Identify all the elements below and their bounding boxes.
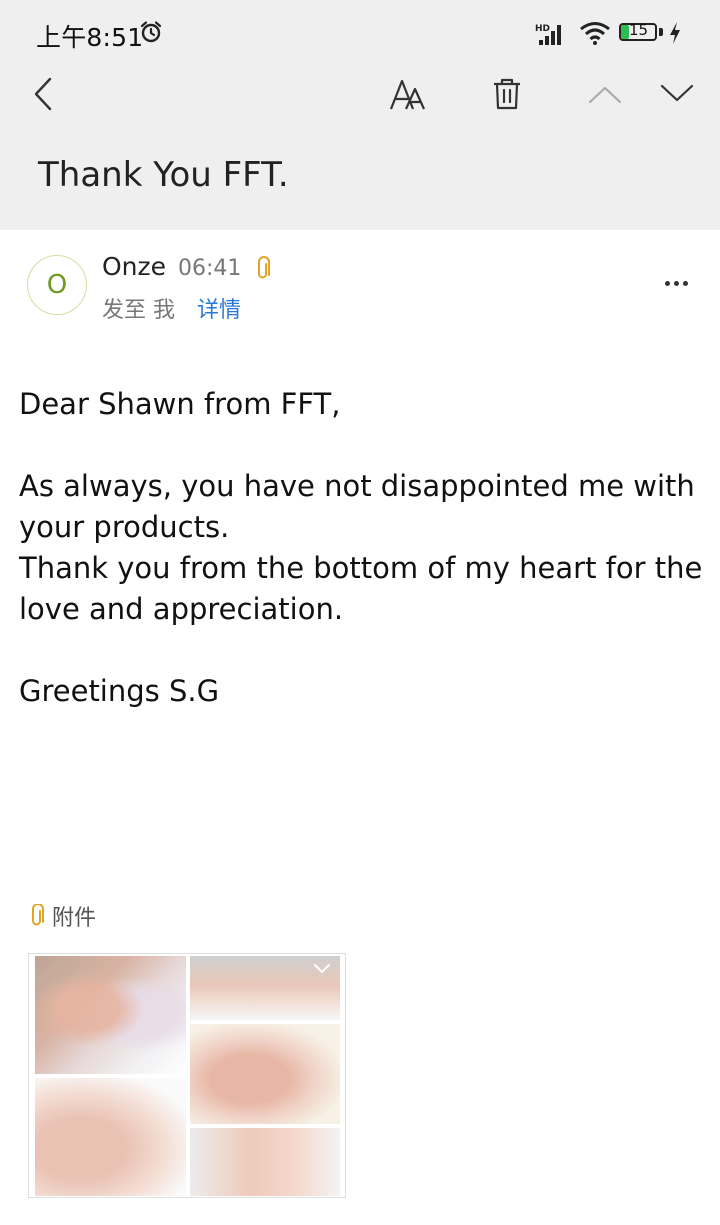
email-body: Dear Shawn from FFT, As always, you have…: [19, 384, 709, 712]
chevron-up-icon: [588, 86, 622, 104]
delete-button[interactable]: [485, 72, 529, 116]
alarm-icon: [140, 21, 162, 43]
font-size-button[interactable]: [386, 72, 430, 116]
sender-name[interactable]: Onze: [102, 252, 166, 281]
back-button[interactable]: [21, 72, 65, 116]
details-link[interactable]: 详情: [197, 292, 241, 324]
charging-icon: [670, 22, 680, 44]
status-time: 上午8:51: [36, 23, 144, 52]
font-size-icon: [389, 79, 426, 110]
avatar[interactable]: O: [27, 255, 87, 315]
battery-icon: 15: [619, 21, 665, 43]
attachments-label: 附件: [52, 906, 97, 931]
body-closing: Greetings S.G: [19, 674, 220, 708]
previous-email-button[interactable]: [583, 72, 627, 116]
more-dot-icon: [664, 280, 670, 286]
attachment-indicator-icon: [258, 256, 270, 279]
body-paragraph: Thank you from the bottom of my heart fo…: [19, 551, 703, 626]
trash-icon: [494, 78, 520, 110]
received-time: 06:41: [178, 256, 242, 281]
attachment-clip-icon: [32, 904, 44, 926]
attachments-header: 附件: [28, 900, 96, 932]
body-paragraph: As always, you have not disappointed me …: [19, 469, 695, 544]
more-options-button[interactable]: [660, 268, 692, 298]
more-dot-icon: [682, 280, 688, 286]
photo-tile: [190, 1128, 340, 1196]
battery-level: 15: [629, 21, 649, 39]
photo-tile: [190, 956, 340, 1020]
photo-tile: [35, 956, 186, 1074]
status-bar: 上午8:51 HD 15: [0, 0, 720, 66]
photo-tile: [35, 1078, 186, 1196]
expand-chevron-icon: [314, 964, 330, 974]
recipient-label: 发至 我: [102, 298, 175, 323]
avatar-letter: O: [46, 270, 68, 300]
body-greeting: Dear Shawn from FFT,: [19, 387, 341, 421]
chevron-down-icon: [660, 84, 694, 102]
wifi-icon: [580, 22, 610, 45]
next-email-button[interactable]: [655, 72, 699, 116]
sender-row: O Onze 06:41 发至 我 详情: [0, 230, 720, 340]
chevron-left-icon: [34, 77, 52, 111]
email-subject: Thank You FFT.: [38, 155, 289, 195]
photo-tile: [190, 1024, 340, 1124]
attachment-image-thumbnail[interactable]: [28, 953, 346, 1198]
signal-icon: HD: [535, 24, 561, 45]
more-dot-icon: [673, 280, 679, 286]
network-label: HD: [535, 24, 550, 34]
